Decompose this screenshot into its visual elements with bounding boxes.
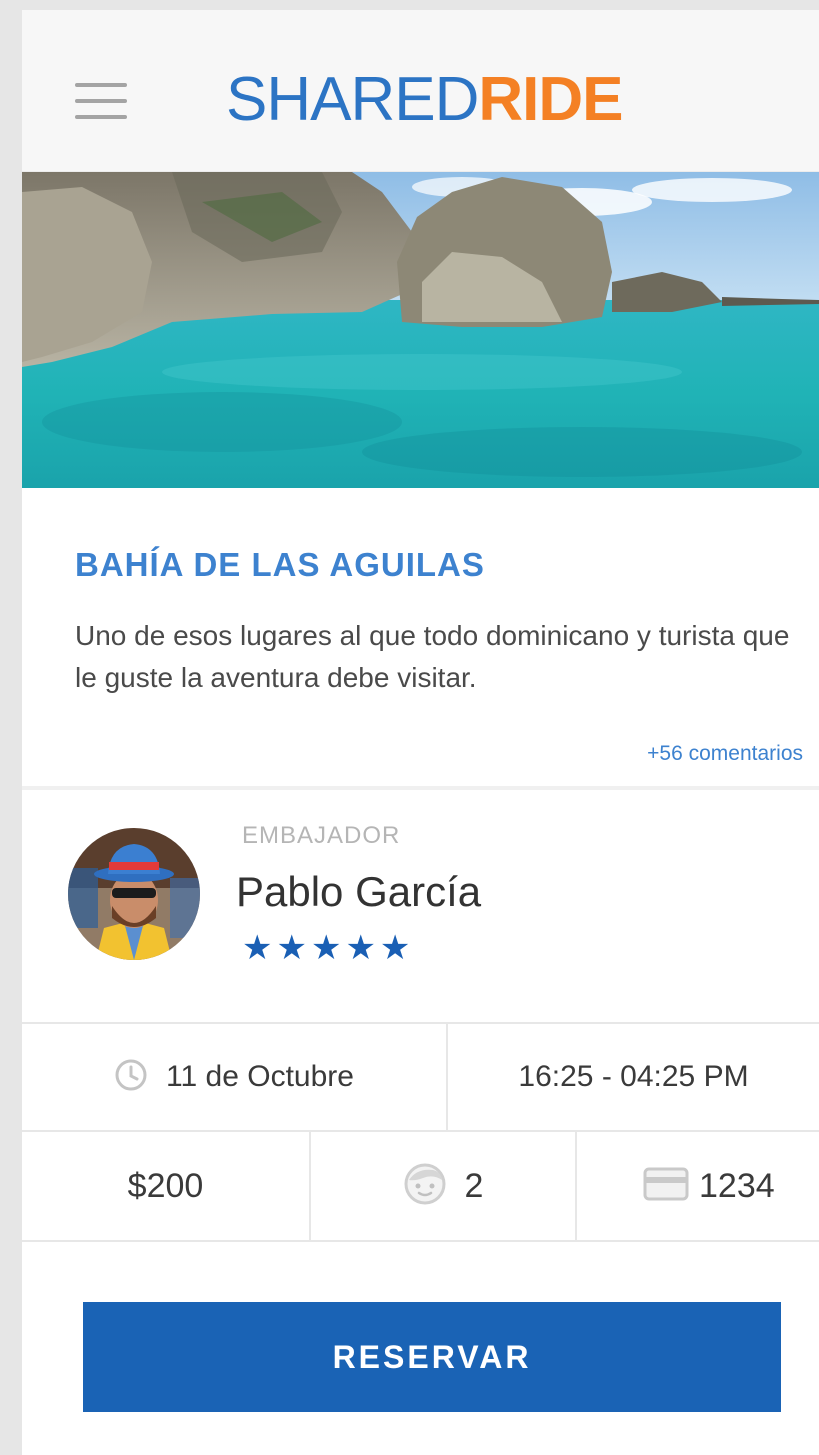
app-header: SHAREDRIDE bbox=[22, 10, 819, 172]
card-value: 1234 bbox=[699, 1166, 775, 1205]
passengers-value: 2 bbox=[464, 1166, 484, 1205]
date-value: 11 de Octubre bbox=[166, 1060, 354, 1093]
place-description: Uno de esos lugares al que todo dominica… bbox=[75, 620, 790, 693]
date-cell: 11 de Octubre bbox=[22, 1024, 446, 1130]
clock-icon bbox=[114, 1058, 148, 1097]
hero-image bbox=[22, 172, 819, 488]
price-cell: $200 bbox=[22, 1132, 309, 1240]
comments-link[interactable]: +56 comentarios bbox=[647, 742, 803, 766]
reserve-button[interactable]: RESERVAR bbox=[83, 1302, 781, 1412]
time-value: 16:25 - 04:25 PM bbox=[518, 1060, 749, 1093]
card-cell: 1234 bbox=[577, 1132, 819, 1240]
ambassador-name: Pablo García bbox=[236, 868, 482, 915]
app-logo: SHAREDRIDE bbox=[226, 64, 624, 136]
place-title: BAHÍA DE LAS AGUILAS bbox=[75, 546, 485, 583]
avatar bbox=[68, 828, 200, 960]
logo-text-ride: RIDE bbox=[478, 65, 623, 134]
price-value: $200 bbox=[127, 1166, 204, 1205]
hamburger-menu-icon[interactable] bbox=[75, 82, 127, 122]
logo-text-shared: SHARED bbox=[226, 65, 479, 134]
grid-divider bbox=[22, 1240, 819, 1242]
credit-card-icon bbox=[643, 1166, 689, 1207]
passengers-cell: 2 bbox=[311, 1132, 575, 1240]
time-cell: 16:25 - 04:25 PM bbox=[448, 1024, 819, 1130]
face-icon bbox=[403, 1162, 447, 1211]
rating-stars: ★★★★★ bbox=[242, 929, 415, 967]
ambassador-label: EMBAJADOR bbox=[242, 822, 401, 849]
section-divider bbox=[22, 786, 819, 790]
app-screen: SHAREDRIDE BAHÍA DE LAS AGUILAS Uno de e… bbox=[22, 10, 819, 1455]
